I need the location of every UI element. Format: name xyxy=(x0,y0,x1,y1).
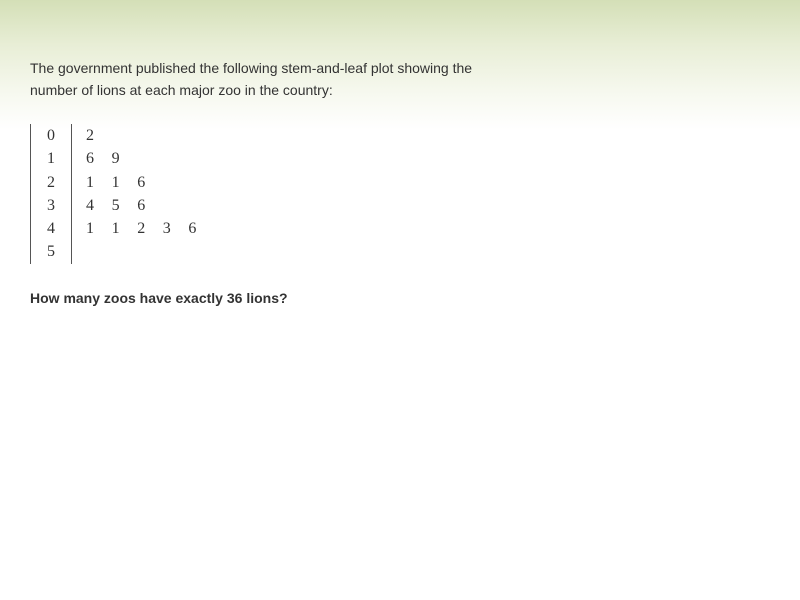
leaf-values: 2 xyxy=(72,124,215,147)
stem-leaf-row: 3456 xyxy=(30,193,215,218)
leaf-value: 1 xyxy=(111,173,120,191)
question-text: How many zoos have exactly 36 lions? xyxy=(30,289,288,306)
leaf-value: 1 xyxy=(111,220,120,238)
leaf-value: 1 xyxy=(86,173,94,191)
leaf-values: 69 xyxy=(72,147,215,170)
leaf-value: 1 xyxy=(86,220,94,238)
stem-value: 1 xyxy=(30,147,72,171)
leaf-values xyxy=(72,240,215,263)
stem-leaf-row: 411236 xyxy=(30,217,215,241)
stem-leaf-row: 02 xyxy=(30,124,215,148)
leaf-values: 456 xyxy=(72,194,215,217)
stem-value: 4 xyxy=(30,217,72,241)
stem-leaf-row: 169 xyxy=(30,147,215,171)
leaf-value: 2 xyxy=(137,220,146,238)
stem-value: 0 xyxy=(30,124,72,148)
problem-content: The government published the following s… xyxy=(30,57,500,308)
leaf-value: 5 xyxy=(111,196,120,214)
leaf-value: 6 xyxy=(188,220,197,238)
stem-value: 3 xyxy=(30,193,72,218)
leaf-value: 3 xyxy=(162,220,171,238)
intro-text: The government published the following s… xyxy=(30,60,473,98)
stem-leaf-row: 5 xyxy=(30,240,215,264)
stem-and-leaf-rows: 02169211634564112365 xyxy=(30,124,215,264)
leaf-value: 6 xyxy=(137,196,146,214)
stem-value: 2 xyxy=(30,170,72,194)
stem-value: 5 xyxy=(30,240,72,264)
leaf-value: 4 xyxy=(86,196,94,214)
leaf-value: 6 xyxy=(137,173,146,191)
leaf-value: 9 xyxy=(111,150,120,168)
leaf-value: 2 xyxy=(86,127,94,144)
leaf-values: 11236 xyxy=(72,217,215,240)
stem-leaf-row: 2116 xyxy=(30,170,215,194)
leaf-values: 116 xyxy=(72,171,215,194)
stem-and-leaf-plot: 02169211634564112365 xyxy=(30,124,215,264)
leaf-value: 6 xyxy=(86,150,94,168)
